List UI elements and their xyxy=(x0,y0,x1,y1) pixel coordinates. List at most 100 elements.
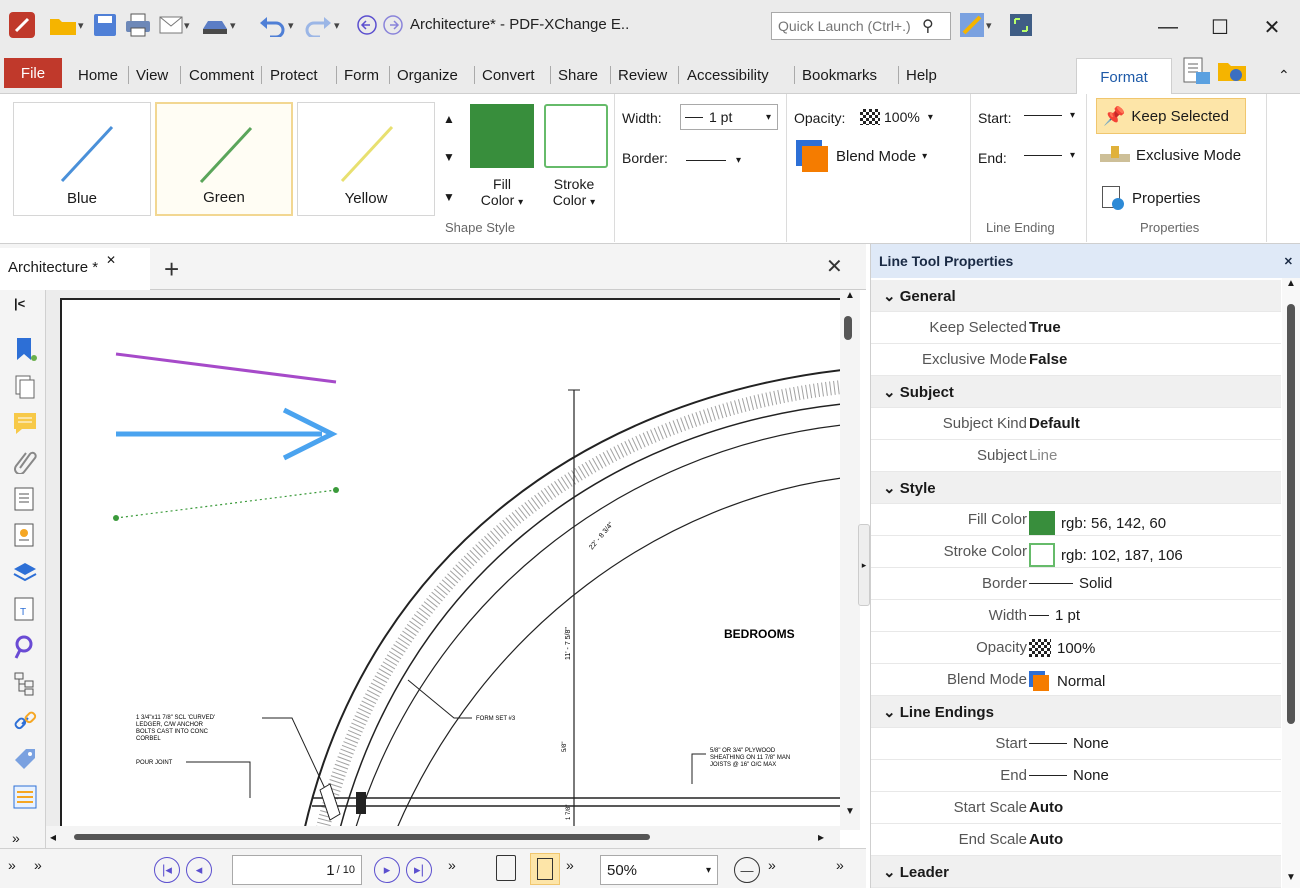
opacity-prop-value[interactable]: 100% xyxy=(1057,640,1095,657)
tab-close-icon[interactable]: ✕ xyxy=(106,253,116,267)
properties-scrollbar[interactable]: ▲ ▼ xyxy=(1282,278,1300,888)
row-keep-selected[interactable]: Keep Selected True xyxy=(871,312,1281,344)
quick-launch-field[interactable]: ⚲ xyxy=(771,12,951,40)
horizontal-scroll-thumb[interactable] xyxy=(74,834,650,840)
subject-kind-prop-value[interactable]: Default xyxy=(1029,415,1080,432)
structure-icon[interactable] xyxy=(12,670,38,696)
tags-icon[interactable] xyxy=(12,746,38,772)
keep-selected-prop-value[interactable]: True xyxy=(1029,319,1061,336)
maximize-button[interactable]: ☐ xyxy=(1200,12,1240,42)
row-stroke-color[interactable]: Stroke Color rgb: 102, 187, 106 xyxy=(871,536,1281,568)
zoom-out-button[interactable]: — xyxy=(734,857,760,883)
row-blend-mode[interactable]: Blend Mode Normal xyxy=(871,664,1281,696)
menu-bookmarks[interactable]: Bookmarks xyxy=(802,62,877,88)
stroke-color-button[interactable]: Stroke Color ▾ xyxy=(546,176,602,211)
thumbnails-icon[interactable] xyxy=(12,374,38,400)
fullscreen-icon[interactable] xyxy=(1008,10,1034,40)
last-page-button[interactable]: ▸| xyxy=(406,857,432,883)
props-scroll-down-icon[interactable]: ▼ xyxy=(1286,872,1296,883)
scroll-left-icon[interactable]: ◂ xyxy=(50,830,56,844)
tools-icon[interactable]: ▾ xyxy=(958,10,992,40)
menu-home[interactable]: Home xyxy=(78,62,118,88)
close-document-icon[interactable]: ✕ xyxy=(826,254,843,279)
fill-color-swatch[interactable] xyxy=(470,104,534,168)
props-scroll-up-icon[interactable]: ▲ xyxy=(1286,278,1296,289)
search-icon[interactable]: ⚲ xyxy=(922,16,934,36)
bottom-more-icon-3[interactable]: » xyxy=(566,857,574,873)
properties-button[interactable]: Properties xyxy=(1100,184,1200,212)
print-icon[interactable] xyxy=(124,10,152,40)
destinations-icon[interactable] xyxy=(12,634,38,660)
find-folder-icon[interactable] xyxy=(1216,56,1250,86)
bottom-more-icon[interactable]: » xyxy=(8,857,16,873)
row-border[interactable]: Border Solid xyxy=(871,568,1281,600)
start-ending-dropdown[interactable]: ▾ xyxy=(1024,110,1075,121)
page-number-field[interactable]: 1/ 10 xyxy=(232,855,362,885)
row-subject-kind[interactable]: Subject Kind Default xyxy=(871,408,1281,440)
row-start-scale[interactable]: Start Scale Auto xyxy=(871,792,1281,824)
menu-convert[interactable]: Convert xyxy=(482,62,535,88)
row-fill-color[interactable]: Fill Color rgb: 56, 142, 60 xyxy=(871,504,1281,536)
save-icon[interactable] xyxy=(92,10,118,40)
first-page-button[interactable]: |◂ xyxy=(154,857,180,883)
vertical-scroll-thumb[interactable] xyxy=(844,316,852,340)
row-width[interactable]: Width 1 pt xyxy=(871,600,1281,632)
border-dropdown[interactable]: ▾ xyxy=(686,150,758,170)
back-icon[interactable] xyxy=(356,10,378,40)
bottom-toolbar-menu-icon[interactable]: » xyxy=(34,857,42,873)
section-general[interactable]: ⌄ General xyxy=(871,280,1281,312)
scroll-right-icon[interactable]: ▸ xyxy=(818,830,824,844)
bottom-more-icon-2[interactable]: » xyxy=(448,857,456,873)
bookmarks-icon[interactable] xyxy=(12,336,38,362)
undo-icon[interactable]: ▾ xyxy=(258,10,294,40)
gallery-scroll-down-icon[interactable]: ▼ xyxy=(443,150,455,164)
minimize-button[interactable]: — xyxy=(1148,12,1188,42)
quick-launch-input[interactable] xyxy=(772,18,922,34)
width-dropdown[interactable]: 1 pt ▾ xyxy=(680,104,778,130)
row-exclusive-mode[interactable]: Exclusive Mode False xyxy=(871,344,1281,376)
bottom-more-icon-5[interactable]: » xyxy=(836,857,844,873)
close-button[interactable]: ✕ xyxy=(1252,12,1292,42)
stroke-color-swatch[interactable] xyxy=(544,104,608,168)
section-subject[interactable]: ⌄ Subject xyxy=(871,376,1281,408)
blend-mode-button[interactable]: Blend Mode ▾ xyxy=(796,140,927,172)
menu-share[interactable]: Share xyxy=(558,62,598,88)
bottom-more-icon-4[interactable]: » xyxy=(768,857,776,873)
links-icon[interactable] xyxy=(12,708,38,734)
single-page-view-icon[interactable] xyxy=(496,855,516,881)
file-menu[interactable]: File xyxy=(4,58,62,88)
end-prop-value[interactable]: None xyxy=(1073,767,1109,784)
style-yellow[interactable]: Yellow xyxy=(297,102,435,216)
menu-view[interactable]: View xyxy=(136,62,168,88)
border-prop-value[interactable]: Solid xyxy=(1079,575,1112,592)
stroke-color-prop-value[interactable]: rgb: 102, 187, 106 xyxy=(1061,547,1183,564)
style-green[interactable]: Green xyxy=(155,102,293,216)
previous-page-button[interactable]: ◂ xyxy=(186,857,212,883)
end-ending-dropdown[interactable]: ▾ xyxy=(1024,150,1075,161)
style-blue[interactable]: Blue xyxy=(13,102,151,216)
fill-color-prop-swatch[interactable] xyxy=(1029,511,1055,535)
scroll-down-icon[interactable]: ▼ xyxy=(845,806,855,817)
subject-prop-value[interactable]: Line xyxy=(1029,447,1057,464)
row-end[interactable]: End None xyxy=(871,760,1281,792)
row-end-scale[interactable]: End Scale Auto xyxy=(871,824,1281,856)
tab-architecture[interactable]: Architecture * ✕ xyxy=(0,248,150,290)
section-style[interactable]: ⌄ Style xyxy=(871,472,1281,504)
end-scale-prop-value[interactable]: Auto xyxy=(1029,831,1063,848)
menu-organize[interactable]: Organize xyxy=(397,62,458,88)
stroke-color-prop-swatch[interactable] xyxy=(1029,543,1055,567)
layers-icon[interactable] xyxy=(12,560,38,586)
section-line-endings[interactable]: ⌄ Line Endings xyxy=(871,696,1281,728)
new-tab-icon[interactable]: + xyxy=(164,254,179,285)
compare-icon[interactable] xyxy=(12,784,38,810)
content-icon[interactable] xyxy=(12,486,38,512)
attachments-icon[interactable] xyxy=(12,448,38,474)
props-scroll-thumb[interactable] xyxy=(1287,304,1295,724)
scroll-up-icon[interactable]: ▲ xyxy=(845,290,855,301)
gallery-scroll-up-icon[interactable]: ▲ xyxy=(443,112,455,126)
gallery-expand-icon[interactable]: ▼ xyxy=(443,190,455,204)
redo-icon[interactable]: ▾ xyxy=(304,10,340,40)
row-start[interactable]: Start None xyxy=(871,728,1281,760)
fill-color-prop-value[interactable]: rgb: 56, 142, 60 xyxy=(1061,515,1166,532)
open-folder-icon[interactable]: ▾ xyxy=(48,10,84,40)
